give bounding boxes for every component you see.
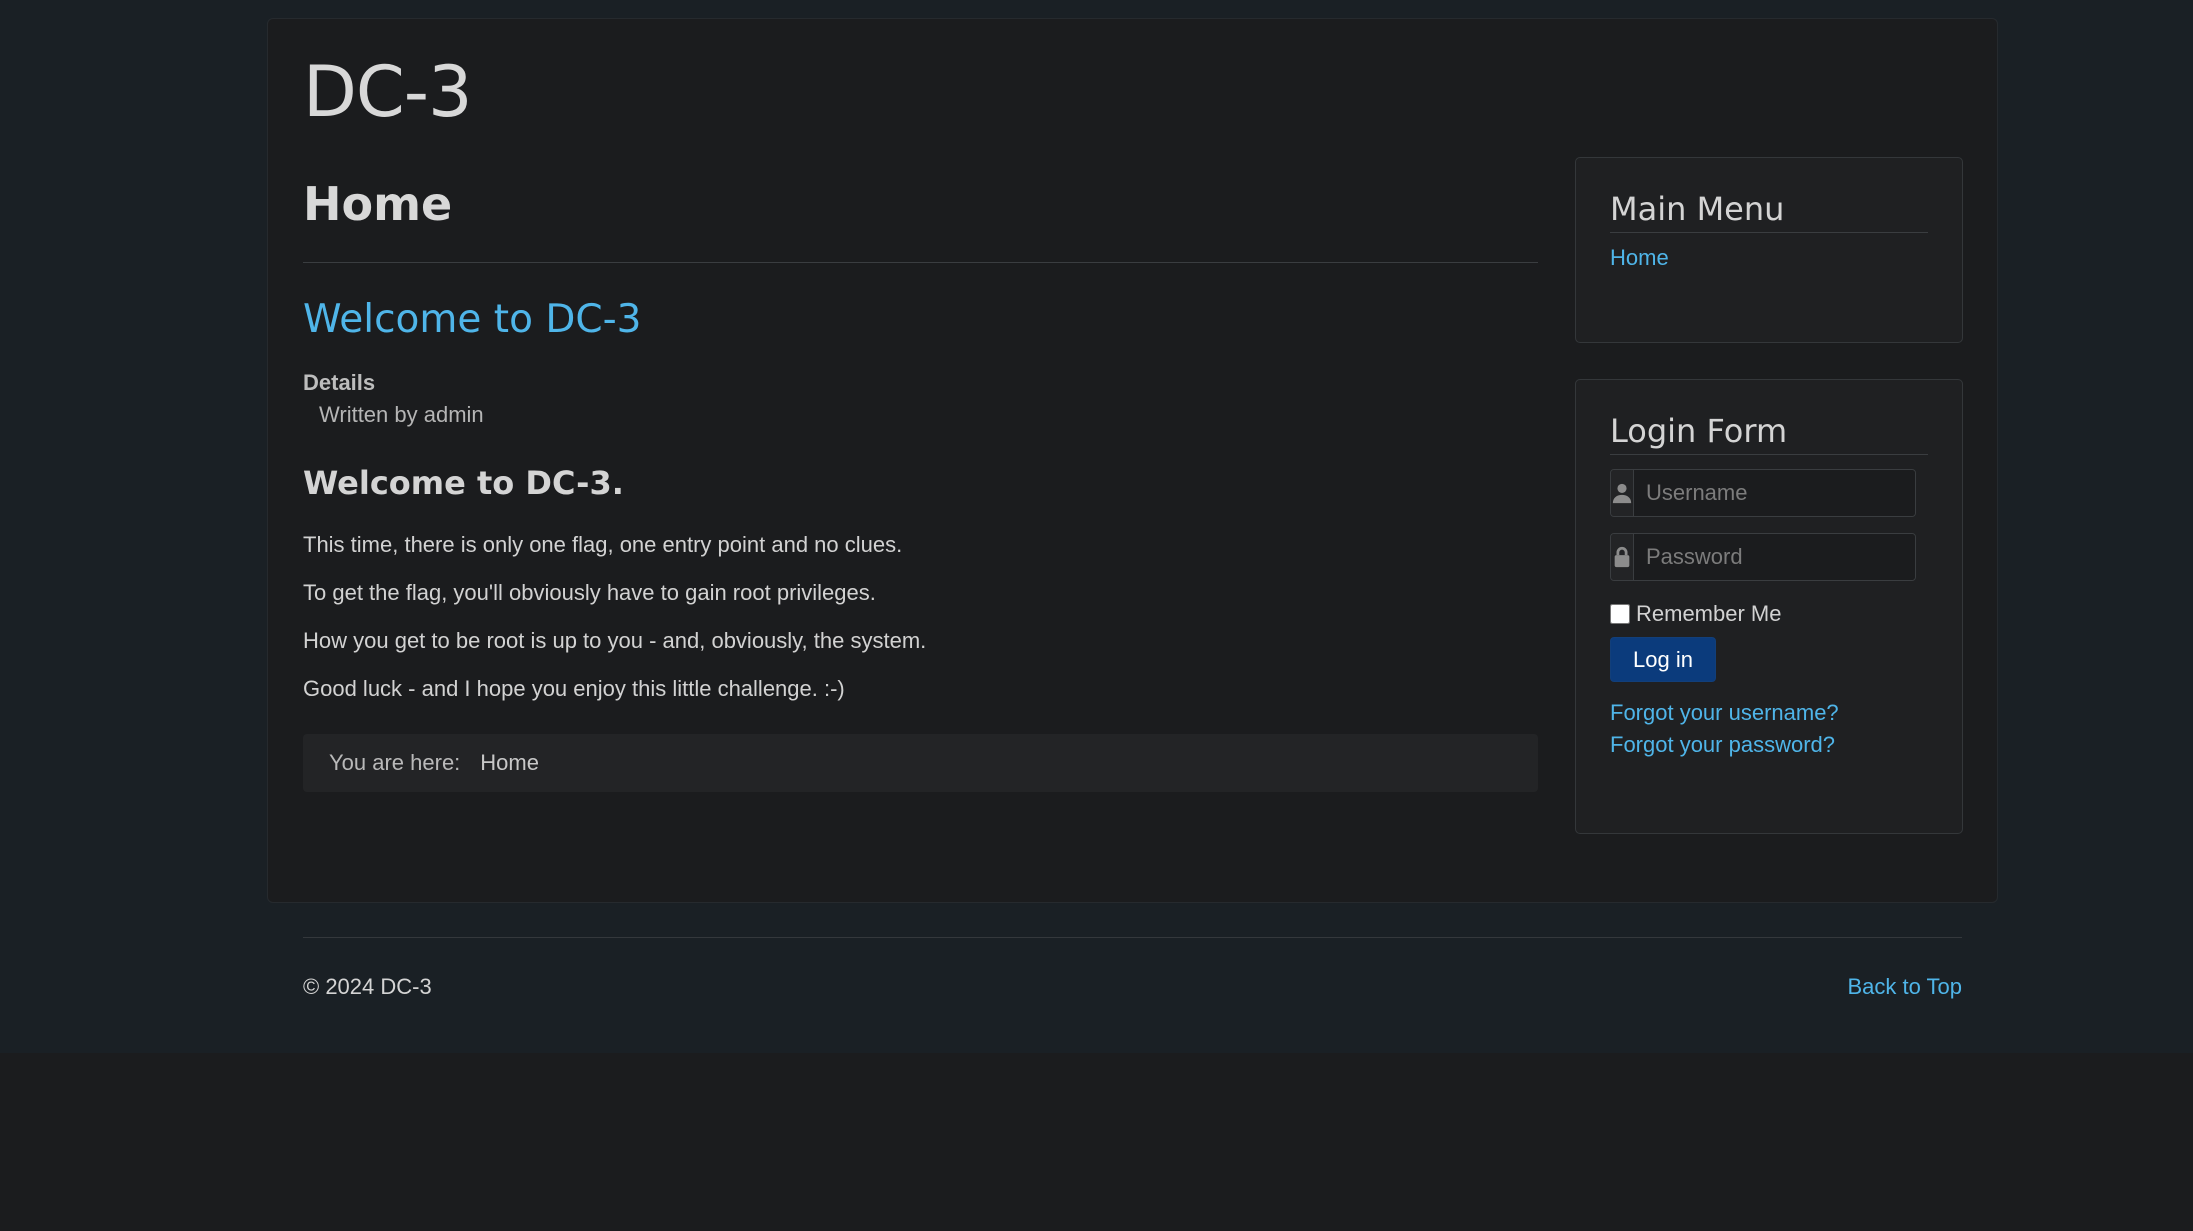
remember-me[interactable]: Remember Me xyxy=(1610,601,1928,627)
author-line: Written by admin xyxy=(319,402,484,428)
forgot-username-link[interactable]: Forgot your username? xyxy=(1610,700,1928,726)
login-button[interactable]: Log in xyxy=(1610,637,1716,682)
login-form-title: Login Form xyxy=(1610,412,1928,455)
username-group xyxy=(1610,469,1916,517)
username-input[interactable] xyxy=(1634,470,1915,516)
login-form-module: Login Form Remember Me Log in Forgot you… xyxy=(1575,379,1963,834)
lock-icon xyxy=(1611,534,1634,580)
article-title[interactable]: Welcome to DC-3 xyxy=(303,298,1538,342)
forgot-password-link[interactable]: Forgot your password? xyxy=(1610,732,1928,758)
user-icon xyxy=(1611,470,1634,516)
remember-label: Remember Me xyxy=(1636,601,1782,626)
main-menu-module: Main Menu Home xyxy=(1575,157,1963,343)
main-menu-title: Main Menu xyxy=(1610,190,1928,233)
main-content: Home Welcome to DC-3 Details Written by … xyxy=(303,177,1538,793)
article-paragraph: Good luck - and I hope you enjoy this li… xyxy=(303,676,845,702)
password-group xyxy=(1610,533,1916,581)
site-brand[interactable]: DC-3 xyxy=(303,57,473,127)
page-title: Home xyxy=(303,177,453,231)
back-to-top-link[interactable]: Back to Top xyxy=(1847,974,1962,1000)
article-paragraph: How you get to be root is up to you - an… xyxy=(303,628,927,654)
footer-divider xyxy=(303,937,1962,938)
breadcrumb-label: You are here: xyxy=(329,750,461,776)
title-divider xyxy=(303,262,1538,264)
article-paragraph: To get the flag, you'll obviously have t… xyxy=(303,580,876,606)
breadcrumb-current: Home xyxy=(480,750,539,776)
page-container: DC-3 Home Welcome to DC-3 Details Writte… xyxy=(267,18,1998,903)
article-paragraph: This time, there is only one flag, one e… xyxy=(303,532,903,558)
remember-checkbox[interactable] xyxy=(1610,604,1630,624)
password-input[interactable] xyxy=(1634,534,1915,580)
breadcrumb: You are here: Home xyxy=(303,734,1538,793)
details-label: Details xyxy=(303,370,376,396)
menu-item-home[interactable]: Home xyxy=(1610,245,1928,271)
copyright: © 2024 DC-3 xyxy=(303,974,432,999)
article-heading: Welcome to DC-3. xyxy=(303,464,624,503)
